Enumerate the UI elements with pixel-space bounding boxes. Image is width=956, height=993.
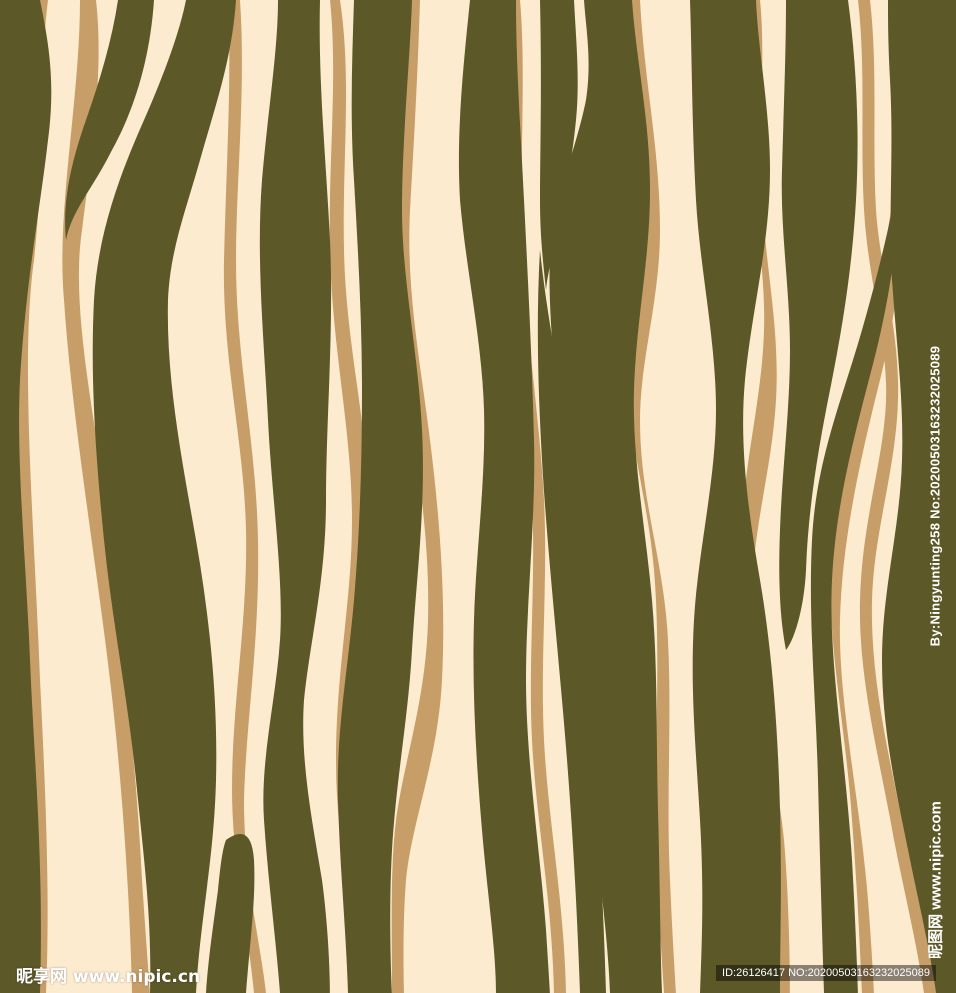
olive-stripe-pattern xyxy=(0,0,956,993)
nipic-logo-watermark: 昵享网 www.nipic.cn xyxy=(16,967,201,987)
image-id-watermark: ID:26126417 NO:20200503163232025089 xyxy=(716,965,936,981)
site-watermark: 昵图网 www.nipic.com xyxy=(927,801,945,959)
author-watermark: By:Ningyunting258 No:2020050316323202508… xyxy=(927,345,943,647)
